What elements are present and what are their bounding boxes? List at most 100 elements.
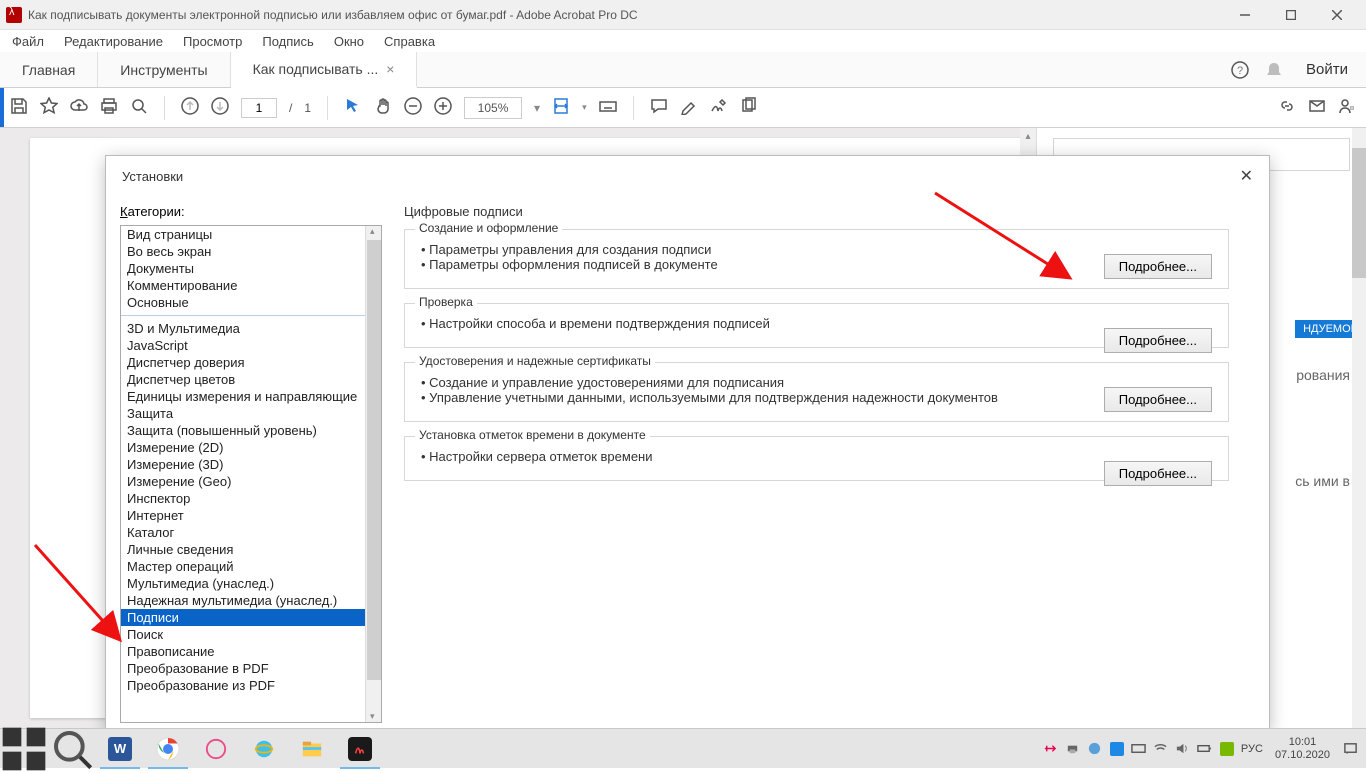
menu-view[interactable]: Просмотр (179, 32, 246, 51)
star-icon[interactable] (40, 97, 58, 118)
help-icon[interactable]: ? (1230, 60, 1250, 80)
hand-icon[interactable] (374, 97, 392, 118)
taskbar-word-icon[interactable]: W (96, 729, 144, 769)
fit-dropdown-icon[interactable]: ▾ (582, 102, 587, 113)
category-item[interactable]: Преобразование из PDF (121, 677, 381, 694)
category-item[interactable]: Измерение (Geo) (121, 473, 381, 490)
page-up-icon[interactable] (181, 97, 199, 118)
taskbar-explorer-icon[interactable] (288, 729, 336, 769)
tray-app-icon[interactable] (1109, 741, 1125, 757)
category-item[interactable]: Инспектор (121, 490, 381, 507)
category-item[interactable]: Во весь экран (121, 243, 381, 260)
category-item[interactable]: Измерение (2D) (121, 439, 381, 456)
tray-printer-icon[interactable] (1065, 741, 1081, 757)
zoom-dropdown-icon[interactable]: ▾ (534, 101, 540, 115)
tray-wifi-icon[interactable] (1153, 741, 1169, 757)
category-item[interactable]: Каталог (121, 524, 381, 541)
categories-scrollbar[interactable] (365, 226, 381, 722)
keyboard-icon[interactable] (599, 97, 617, 118)
settings-column: Цифровые подписи Создание и оформлениеПа… (396, 196, 1269, 731)
category-item[interactable]: Личные сведения (121, 541, 381, 558)
category-item[interactable]: Подписи (121, 609, 381, 626)
search-icon[interactable] (130, 97, 148, 118)
menu-window[interactable]: Окно (330, 32, 368, 51)
taskbar-chrome-icon[interactable] (144, 729, 192, 769)
tray-language[interactable]: РУС (1241, 743, 1263, 755)
tab-close-icon[interactable]: × (386, 61, 394, 77)
mail-icon[interactable] (1308, 97, 1326, 118)
tab-home[interactable]: Главная (0, 52, 98, 87)
fit-width-icon[interactable] (552, 97, 570, 118)
save-icon[interactable] (10, 97, 28, 118)
more-button[interactable]: Подробнее... (1104, 328, 1212, 353)
menu-edit[interactable]: Редактирование (60, 32, 167, 51)
page-current-input[interactable] (241, 98, 277, 118)
share-user-icon[interactable] (1338, 97, 1356, 118)
tray-shield-icon[interactable] (1087, 741, 1103, 757)
tray-volume-icon[interactable] (1175, 741, 1191, 757)
highlight-icon[interactable] (680, 97, 698, 118)
category-item[interactable]: Мультимедиа (унаслед.) (121, 575, 381, 592)
zoom-value[interactable]: 105% (464, 97, 522, 119)
maximize-button[interactable] (1268, 0, 1314, 30)
more-button[interactable]: Подробнее... (1104, 461, 1212, 486)
category-item[interactable]: Диспетчер доверия (121, 354, 381, 371)
start-button[interactable] (0, 729, 48, 769)
category-item[interactable]: Измерение (3D) (121, 456, 381, 473)
taskbar-ie-icon[interactable] (240, 729, 288, 769)
category-item[interactable]: Диспетчер цветов (121, 371, 381, 388)
category-item[interactable]: Документы (121, 260, 381, 277)
tab-tools[interactable]: Инструменты (98, 52, 230, 87)
category-item[interactable]: Мастер операций (121, 558, 381, 575)
category-item[interactable]: Основные (121, 294, 381, 311)
settings-group: Установка отметок времени в документеНас… (404, 436, 1229, 481)
category-item[interactable]: Поиск (121, 626, 381, 643)
minimize-button[interactable] (1222, 0, 1268, 30)
dialog-close-icon[interactable]: ✕ (1240, 166, 1253, 186)
tray-keyboard-icon[interactable] (1131, 741, 1147, 757)
group-item: Управление учетными данными, используемы… (421, 390, 1212, 405)
signin-button[interactable]: Войти (1306, 61, 1348, 78)
cloud-icon[interactable] (70, 97, 88, 118)
category-item[interactable]: Защита (повышенный уровень) (121, 422, 381, 439)
categories-list[interactable]: Вид страницыВо весь экранДокументыКоммен… (120, 225, 382, 723)
category-item[interactable]: Вид страницы (121, 226, 381, 243)
category-item[interactable]: Комментирование (121, 277, 381, 294)
taskbar-search-icon[interactable] (48, 729, 96, 769)
menu-sign[interactable]: Подпись (258, 32, 317, 51)
tray-usb-icon[interactable] (1043, 741, 1059, 757)
tray-battery-icon[interactable] (1197, 741, 1213, 757)
tray-nvidia-icon[interactable] (1219, 741, 1235, 757)
zoom-in-icon[interactable] (434, 97, 452, 118)
stamp-icon[interactable] (740, 97, 758, 118)
zoom-out-icon[interactable] (404, 97, 422, 118)
more-button[interactable]: Подробнее... (1104, 254, 1212, 279)
category-item[interactable]: Интернет (121, 507, 381, 524)
comment-icon[interactable] (650, 97, 668, 118)
bell-icon[interactable] (1264, 60, 1284, 80)
category-item[interactable]: Защита (121, 405, 381, 422)
more-button[interactable]: Подробнее... (1104, 387, 1212, 412)
menu-file[interactable]: Файл (8, 32, 48, 51)
app-icon (6, 7, 22, 23)
category-item[interactable]: Преобразование в PDF (121, 660, 381, 677)
right-pane-scrollbar[interactable] (1352, 128, 1366, 728)
page-total: 1 (304, 101, 311, 115)
category-item[interactable]: 3D и Мультимедиа (121, 320, 381, 337)
print-icon[interactable] (100, 97, 118, 118)
category-item[interactable]: Единицы измерения и направляющие (121, 388, 381, 405)
category-item[interactable]: Надежная мультимедиа (унаслед.) (121, 592, 381, 609)
menu-help[interactable]: Справка (380, 32, 439, 51)
page-down-icon[interactable] (211, 97, 229, 118)
taskbar-app1-icon[interactable] (192, 729, 240, 769)
taskbar-acrobat-icon[interactable] (336, 729, 384, 769)
close-button[interactable] (1314, 0, 1360, 30)
tray-notifications-icon[interactable] (1342, 741, 1358, 757)
category-item[interactable]: JavaScript (121, 337, 381, 354)
link-icon[interactable] (1278, 97, 1296, 118)
tray-clock[interactable]: 10:01 07.10.2020 (1275, 736, 1330, 760)
tab-document[interactable]: Как подписывать ... × (231, 52, 418, 88)
category-item[interactable]: Правописание (121, 643, 381, 660)
sign-icon[interactable] (710, 97, 728, 118)
pointer-icon[interactable] (344, 97, 362, 118)
